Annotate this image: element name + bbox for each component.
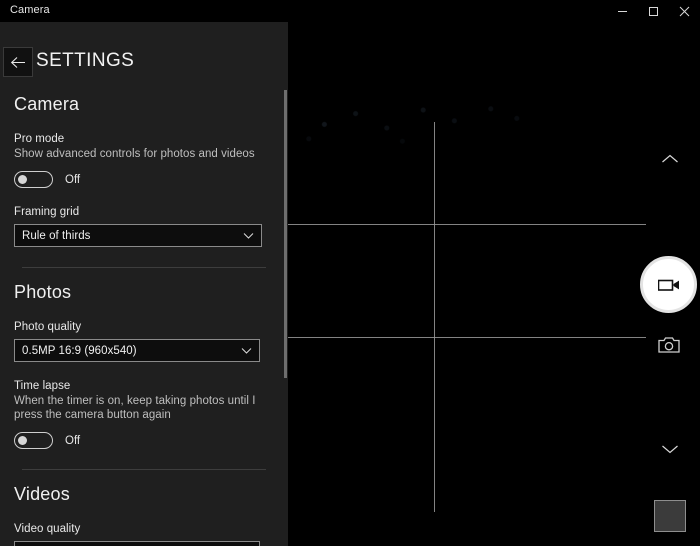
toggle-time-lapse[interactable] xyxy=(14,432,53,449)
maximize-button[interactable] xyxy=(638,0,669,22)
toggle-knob xyxy=(18,175,27,184)
settings-header: SETTINGS xyxy=(0,22,288,77)
section-heading-photos: Photos xyxy=(14,282,72,302)
maximize-icon xyxy=(649,6,658,16)
minimize-button[interactable] xyxy=(607,0,638,22)
chevron-down-icon xyxy=(241,347,252,354)
setting-label-framing-grid: Framing grid xyxy=(14,206,80,218)
record-video-button[interactable] xyxy=(640,256,697,313)
settings-content: Camera Pro mode Show advanced controls f… xyxy=(0,94,288,546)
setting-description-time-lapse: When the timer is on, keep taking photos… xyxy=(14,395,256,421)
grid-line-horizontal-bottom xyxy=(288,337,646,338)
scroll-down-button[interactable] xyxy=(658,440,682,458)
setting-video-quality: Video quality 720p 16:9 30fps xyxy=(14,523,274,546)
scroll-up-button[interactable] xyxy=(658,150,682,168)
camera-app-window: Camera SETTINGS Camera Pro mode Show adv… xyxy=(0,0,700,546)
settings-page-title: SETTINGS xyxy=(36,50,135,71)
photo-camera-icon xyxy=(658,337,680,353)
chevron-down-icon xyxy=(243,232,254,239)
take-photo-button[interactable] xyxy=(657,333,681,357)
chevron-up-icon xyxy=(662,154,678,163)
title-bar: Camera xyxy=(0,0,700,22)
toggle-row-time-lapse: Off xyxy=(14,432,274,449)
combobox-video-quality[interactable]: 720p 16:9 30fps xyxy=(14,541,260,546)
settings-panel: SETTINGS Camera Pro mode Show advanced c… xyxy=(0,22,288,546)
combobox-framing-grid[interactable]: Rule of thirds xyxy=(14,224,262,247)
setting-photo-quality: Photo quality 0.5MP 16:9 (960x540) xyxy=(14,321,274,362)
back-arrow-icon xyxy=(10,56,25,68)
toggle-row-pro-mode: Off xyxy=(14,171,274,188)
setting-description-pro-mode: Show advanced controls for photos and vi… xyxy=(14,148,255,160)
back-button[interactable] xyxy=(3,47,33,77)
setting-framing-grid: Framing grid Rule of thirds xyxy=(14,206,274,247)
chevron-down-icon xyxy=(662,445,678,454)
viewfinder-noise xyxy=(288,92,548,152)
toggle-state-time-lapse: Off xyxy=(65,434,81,447)
setting-pro-mode: Pro mode Show advanced controls for phot… xyxy=(14,133,274,188)
combobox-value-framing-grid: Rule of thirds xyxy=(22,229,91,242)
settings-scrollbar-thumb[interactable] xyxy=(284,90,287,378)
combobox-value-photo-quality: 0.5MP 16:9 (960x540) xyxy=(22,344,137,357)
combobox-photo-quality[interactable]: 0.5MP 16:9 (960x540) xyxy=(14,339,260,362)
setting-label-video-quality: Video quality xyxy=(14,523,81,535)
close-icon xyxy=(679,6,690,16)
window-title: Camera xyxy=(10,4,50,16)
setting-label-photo-quality: Photo quality xyxy=(14,321,82,333)
minimize-icon xyxy=(618,10,627,12)
video-camera-icon xyxy=(657,279,679,291)
toggle-pro-mode[interactable] xyxy=(14,171,53,188)
section-divider-2 xyxy=(22,469,266,470)
setting-label-pro-mode: Pro mode xyxy=(14,133,65,145)
setting-time-lapse: Time lapse When the timer is on, keep ta… xyxy=(14,380,274,449)
close-button[interactable] xyxy=(669,0,700,22)
toggle-knob xyxy=(18,436,27,445)
section-heading-videos: Videos xyxy=(14,484,70,504)
section-heading-camera: Camera xyxy=(14,94,80,114)
grid-line-vertical xyxy=(434,122,435,512)
camera-viewfinder[interactable] xyxy=(288,22,700,546)
setting-label-time-lapse: Time lapse xyxy=(14,380,71,392)
grid-line-horizontal-top xyxy=(288,224,646,225)
gallery-thumbnail-button[interactable] xyxy=(654,500,686,532)
section-divider-1 xyxy=(22,267,266,268)
window-controls xyxy=(607,0,700,22)
toggle-state-pro-mode: Off xyxy=(65,173,81,186)
settings-scroll-region[interactable]: Camera Pro mode Show advanced controls f… xyxy=(0,80,288,546)
